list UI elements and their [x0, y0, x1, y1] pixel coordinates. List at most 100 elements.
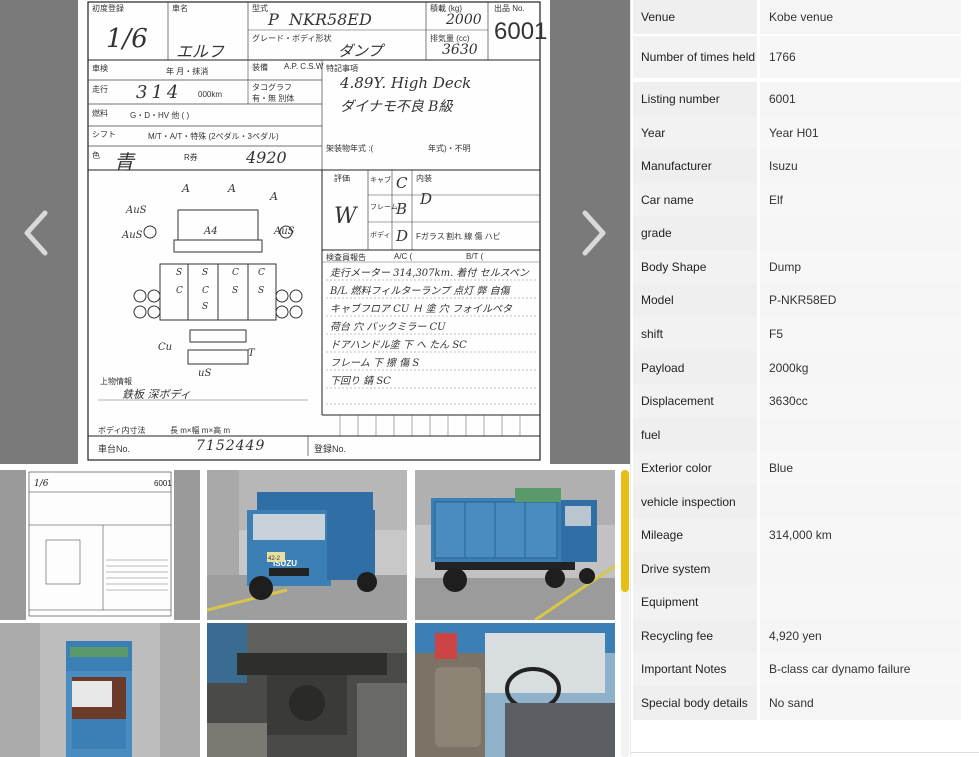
spec-row-fuel: fuel	[633, 418, 961, 452]
thumbnail-scrollbar-thumb[interactable]	[621, 470, 629, 592]
spec-label: Equipment	[633, 585, 757, 619]
spec-row-listing-number: Listing number 6001	[633, 82, 961, 116]
truck-bed-photo	[0, 623, 200, 757]
report-line: 下回り 錆 SC	[330, 376, 391, 387]
spec-label: Drive system	[633, 552, 757, 586]
sheet-mileage-value: 314	[136, 82, 183, 103]
spec-value: 1766	[760, 36, 961, 78]
sheet-equip-label: 装備	[252, 63, 268, 72]
spec-value: No sand	[760, 686, 961, 720]
sheet-shift-value: M/T・A/T・特殊 (2ペダル・3ペダル)	[148, 132, 279, 141]
spec-row-body-shape: Body Shape Dump	[633, 250, 961, 284]
sheet-frame-label: フレーム	[370, 204, 398, 211]
spec-label: Special body details	[633, 686, 757, 720]
spec-label: Number of times held	[633, 36, 757, 78]
diagram-mark: A	[228, 182, 236, 195]
thumb-rear-view[interactable]	[415, 470, 615, 620]
sheet-body-label: ボディ	[370, 232, 391, 239]
image-gallery: 初度登録 1/6 車名 エルフ 型式 P NKR58ED グレード・ボディ形状 …	[0, 0, 630, 757]
sheet-upper-info-value: 鉄板 深ボディ	[122, 388, 191, 401]
thumb-underbody-view[interactable]	[207, 623, 407, 757]
sheet-body-dims-value: 長 m×幅 m×高 m	[170, 426, 231, 435]
sheet-special-value-2: ダイナモ不良 B級	[340, 99, 453, 115]
diagram-mark: T	[248, 348, 255, 359]
report-line: キャブフロア CU Ｈ 塗 穴 フォイルペタ	[330, 304, 512, 315]
sheet-tacho-label: タコグラフ	[252, 83, 292, 92]
sheet-lot-header: 出品 No.	[494, 4, 525, 13]
sheet-glass-value: 割れ 線 傷 ハビ	[446, 232, 501, 241]
sheet-report-ac: A/C (	[394, 252, 413, 261]
spec-label: Mileage	[633, 518, 757, 552]
thumb-front-view[interactable]: ISUZU 42-2	[207, 470, 407, 620]
spec-row-car-name: Car name Elf	[633, 183, 961, 217]
sheet-chassis-value: 7152449	[196, 438, 266, 454]
sheet-glass-label: Fガラス	[416, 232, 445, 241]
sheet-reg-year-value: 1/6	[106, 24, 148, 54]
spec-value: F5	[760, 317, 961, 351]
auction-sheet-image: 初度登録 1/6 車名 エルフ 型式 P NKR58ED グレード・ボディ形状 …	[78, 0, 550, 464]
spec-value: 2000kg	[760, 351, 961, 385]
sheet-report-bt: B/T (	[466, 252, 484, 261]
thumb-auction-sheet[interactable]: 6001 1/6	[0, 470, 200, 620]
spec-label: Body Shape	[633, 250, 757, 284]
spec-row-special-body-details: Special body details No sand	[633, 686, 961, 720]
spec-row-times-held: Number of times held 1766	[633, 36, 961, 78]
sheet-color-value: 青	[114, 150, 134, 174]
spec-label: Model	[633, 283, 757, 317]
sheet-reg-year-label: 初度登録	[92, 4, 124, 13]
spec-label: fuel	[633, 418, 757, 452]
spec-value: 4,920 yen	[760, 619, 961, 653]
sheet-fuel-value: G・D・HV 他 ( )	[130, 111, 190, 120]
spec-value: Isuzu	[760, 149, 961, 183]
spec-label: Displacement	[633, 384, 757, 418]
spec-value	[760, 552, 961, 586]
sheet-body-value: D	[396, 227, 409, 245]
truck-rear-photo	[415, 470, 615, 620]
spec-value	[760, 418, 961, 452]
spec-label: Car name	[633, 183, 757, 217]
sheet-special-value-1: 4.89Y. High Deck	[340, 74, 472, 92]
report-line: ドアハンドル塗 下 へ たん SC	[330, 340, 467, 351]
spec-value: P-NKR58ED	[760, 283, 961, 317]
thumb-plate: 42-2	[268, 556, 281, 562]
cab-interior-photo	[415, 623, 615, 757]
spec-row-payload: Payload 2000kg	[633, 351, 961, 385]
diagram-mark: C	[258, 268, 265, 278]
spec-label: vehicle inspection	[633, 485, 757, 519]
sheet-recycle-label: R券	[184, 153, 198, 162]
spec-row-important-notes: Important Notes B-class car dynamo failu…	[633, 652, 961, 686]
diagram-mark: S	[202, 302, 209, 312]
diagram-mark: S	[202, 268, 209, 278]
spec-label: shift	[633, 317, 757, 351]
spec-row-venue: Venue Kobe venue	[633, 0, 961, 34]
next-image-button[interactable]	[574, 205, 614, 261]
spec-row-mileage: Mileage 314,000 km	[633, 518, 961, 552]
sheet-rack-label: 架装物年式 :(	[326, 144, 374, 153]
thumb-bed-view[interactable]	[0, 623, 200, 757]
spec-value: Dump	[760, 250, 961, 284]
sheet-color-label: 色	[92, 151, 100, 160]
sheet-grade-label: グレード・ボディ形状	[252, 34, 332, 43]
sheet-fuel-label: 燃料	[92, 109, 108, 118]
sheet-equip-value: A.P. C.S.W	[284, 62, 324, 71]
auction-sheet-thumbnail-image: 6001 1/6	[0, 470, 200, 620]
spec-label: Listing number	[633, 82, 757, 116]
diagram-mark: C	[176, 286, 183, 296]
spec-label: Exterior color	[633, 451, 757, 485]
sheet-shift-label: シフト	[92, 130, 116, 139]
spec-value: 6001	[760, 82, 961, 116]
diagram-mark: AuS	[122, 230, 143, 241]
spec-label: Recycling fee	[633, 619, 757, 653]
diagram-mark: A4	[204, 226, 218, 237]
prev-image-button[interactable]	[16, 205, 56, 261]
spec-label: Manufacturer	[633, 149, 757, 183]
spec-label: grade	[633, 216, 757, 250]
sheet-name-label: 車名	[172, 4, 188, 13]
sheet-chassis-label: 車台No.	[98, 444, 131, 454]
thumb-interior-view[interactable]	[415, 623, 615, 757]
sheet-report-lines: 走行メーター 314,307km. 着付 セルスペン B/L 燃料フィルターラン…	[330, 265, 529, 391]
sheet-model-value: P NKR58ED	[268, 10, 372, 29]
spec-row-equipment: Equipment	[633, 585, 961, 619]
sheet-tacho-value: 有・無 別体	[252, 94, 295, 103]
diagram-mark: S	[176, 268, 183, 278]
